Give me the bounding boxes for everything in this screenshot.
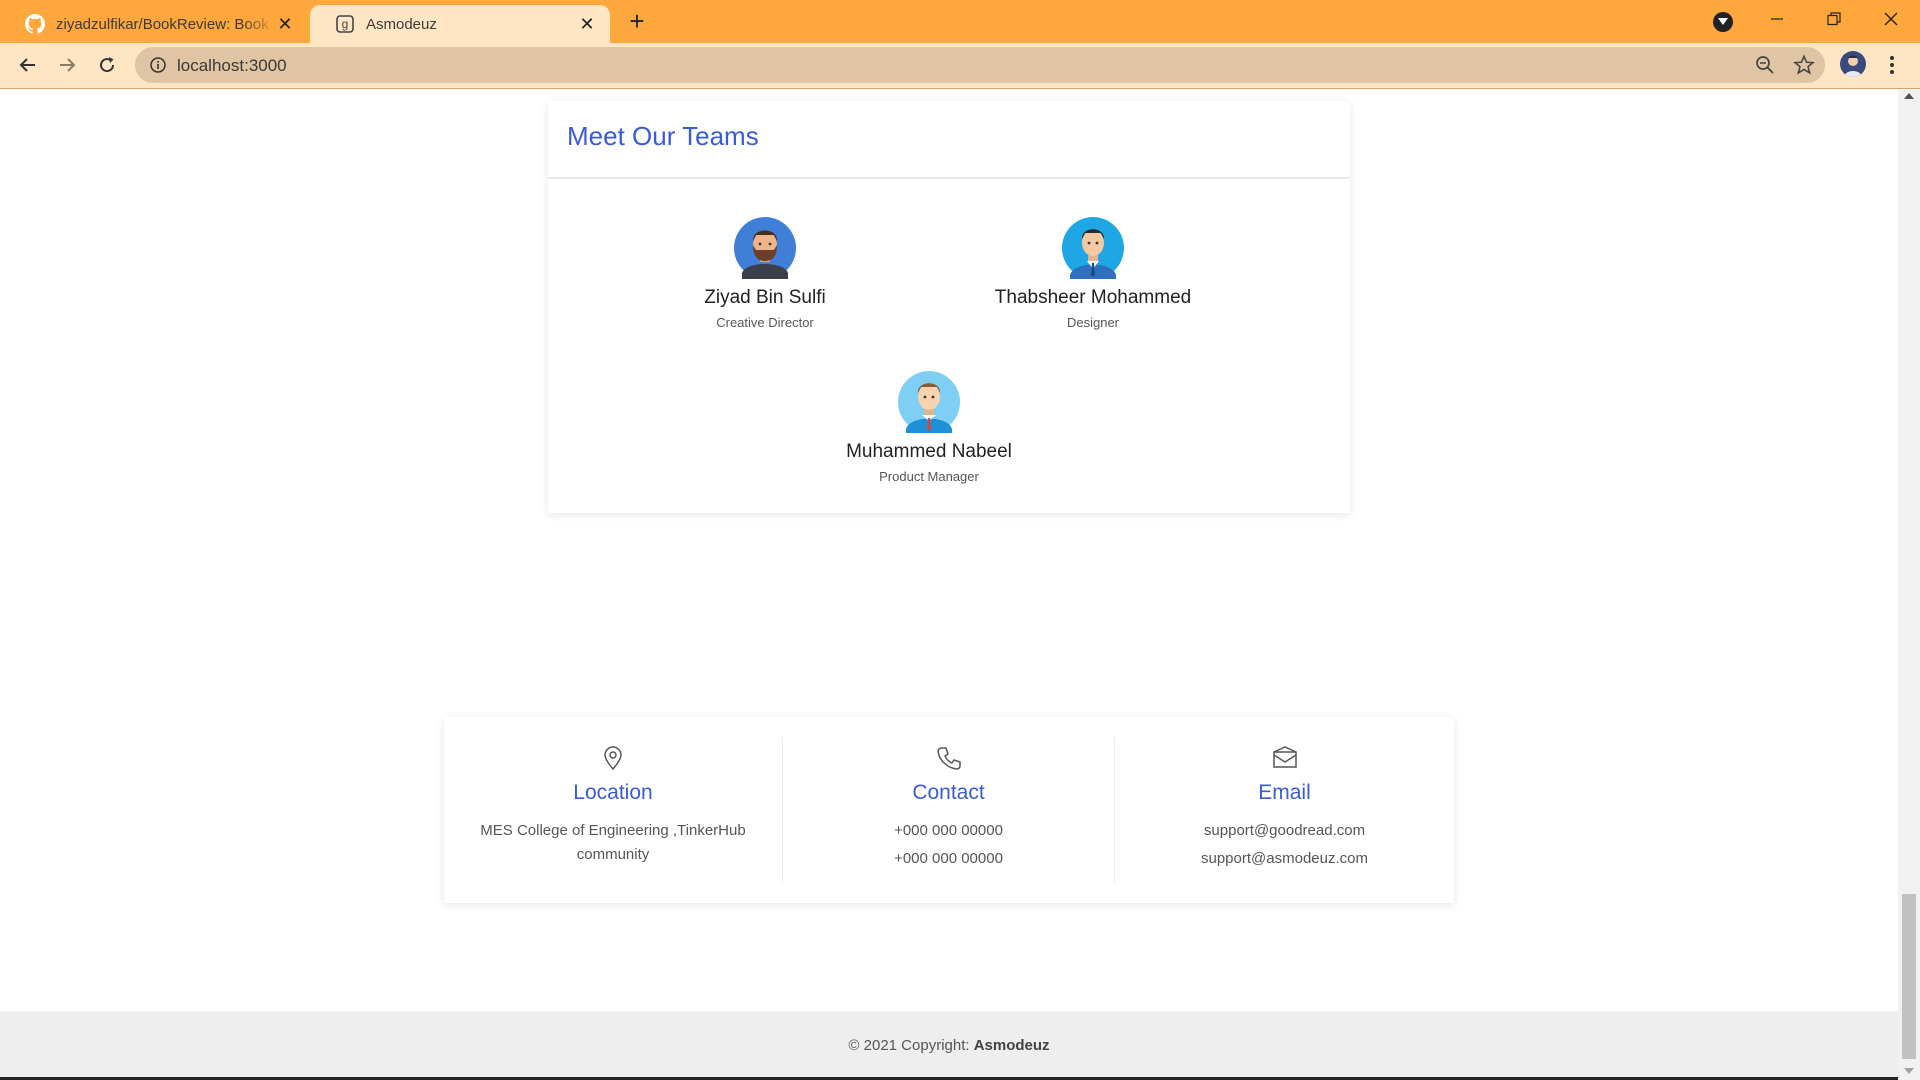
- contact-card: Location MES College of Engineering ,Tin…: [444, 717, 1454, 903]
- tab-search-icon[interactable]: [1713, 12, 1733, 32]
- new-tab-button[interactable]: +: [624, 8, 650, 35]
- close-tab-icon[interactable]: ✕: [578, 14, 596, 34]
- tab-asmodeuz[interactable]: g Asmodeuz ✕: [310, 5, 610, 43]
- page-content: Meet Our Teams Ziyad Bin Sulfi Creative …: [0, 89, 1898, 1080]
- address-bar[interactable]: localhost:3000: [135, 47, 1825, 83]
- vertical-scrollbar[interactable]: [1898, 89, 1920, 1080]
- envelope-icon: [1272, 746, 1297, 768]
- tab-title: ziyadzulfikar/BookReview: Book R: [56, 15, 276, 33]
- location-column: Location MES College of Engineering ,Tin…: [444, 717, 782, 903]
- close-tab-icon[interactable]: ✕: [276, 14, 294, 34]
- site-info-icon[interactable]: [149, 56, 167, 74]
- back-arrow-icon[interactable]: [14, 51, 42, 79]
- team-member: Thabsheer Mohammed Designer: [973, 217, 1213, 330]
- team-title: Meet Our Teams: [567, 121, 759, 151]
- scrollbar-thumb[interactable]: [1902, 894, 1916, 1059]
- tab-title: Asmodeuz: [366, 15, 437, 33]
- close-window-icon[interactable]: [1876, 6, 1906, 32]
- kebab-menu-icon[interactable]: [1884, 53, 1900, 79]
- man-tie-avatar: [898, 371, 960, 433]
- scroll-up-arrow-icon[interactable]: [1904, 93, 1914, 99]
- forward-arrow-icon[interactable]: [53, 51, 81, 79]
- divider: [548, 177, 1350, 179]
- browser-tab-bar: ziyadzulfikar/BookReview: Book R ✕ g Asm…: [0, 0, 1920, 43]
- location-line: community: [576, 846, 650, 863]
- restore-icon[interactable]: [1819, 6, 1849, 32]
- email-heading: Email: [1258, 781, 1311, 804]
- scroll-down-arrow-icon[interactable]: [1904, 1068, 1914, 1074]
- map-pin-icon: [604, 746, 622, 771]
- github-icon: [24, 13, 46, 35]
- email-line[interactable]: support@goodread.com: [1115, 819, 1454, 843]
- email-column: Email support@goodread.com support@asmod…: [1115, 717, 1454, 903]
- team-card: Meet Our Teams Ziyad Bin Sulfi Creative …: [548, 101, 1350, 513]
- reload-icon[interactable]: [93, 51, 121, 79]
- copyright-text: © 2021 Copyright:: [848, 1037, 974, 1054]
- member-role: Designer: [1066, 315, 1120, 330]
- location-heading: Location: [573, 781, 653, 804]
- phone-icon: [936, 747, 961, 770]
- profile-avatar-icon[interactable]: [1840, 51, 1866, 77]
- tab-github[interactable]: ziyadzulfikar/BookReview: Book R ✕: [0, 5, 308, 43]
- phone-line: +000 000 00000: [894, 850, 1003, 867]
- phone-line: +000 000 00000: [894, 822, 1003, 839]
- member-role: Creative Director: [716, 315, 814, 330]
- minimize-icon[interactable]: [1762, 6, 1792, 32]
- member-name: Ziyad Bin Sulfi: [704, 287, 826, 308]
- bookmark-star-icon[interactable]: [1793, 54, 1815, 76]
- footer-brand: Asmodeuz: [973, 1037, 1050, 1054]
- team-member: Muhammed Nabeel Product Manager: [809, 371, 1049, 484]
- svg-text:g: g: [342, 17, 349, 31]
- url-text: localhost:3000: [177, 56, 287, 75]
- member-role: Product Manager: [879, 469, 979, 484]
- man-suit-avatar: [1062, 217, 1124, 279]
- contact-heading: Contact: [912, 781, 985, 804]
- zoom-icon[interactable]: [1755, 55, 1775, 75]
- goodreads-g-icon: g: [334, 13, 356, 35]
- member-name: Thabsheer Mohammed: [994, 287, 1192, 308]
- location-line: MES College of Engineering ,TinkerHub: [480, 822, 746, 839]
- member-name: Muhammed Nabeel: [846, 441, 1012, 462]
- footer: © 2021 Copyright: Asmodeuz: [0, 1011, 1898, 1080]
- browser-toolbar: localhost:3000: [0, 43, 1920, 89]
- email-line[interactable]: support@asmodeuz.com: [1115, 847, 1454, 871]
- bearded-man-avatar: [734, 217, 796, 279]
- team-member: Ziyad Bin Sulfi Creative Director: [645, 217, 885, 330]
- contact-column: Contact +000 000 00000 +000 000 00000: [783, 717, 1114, 903]
